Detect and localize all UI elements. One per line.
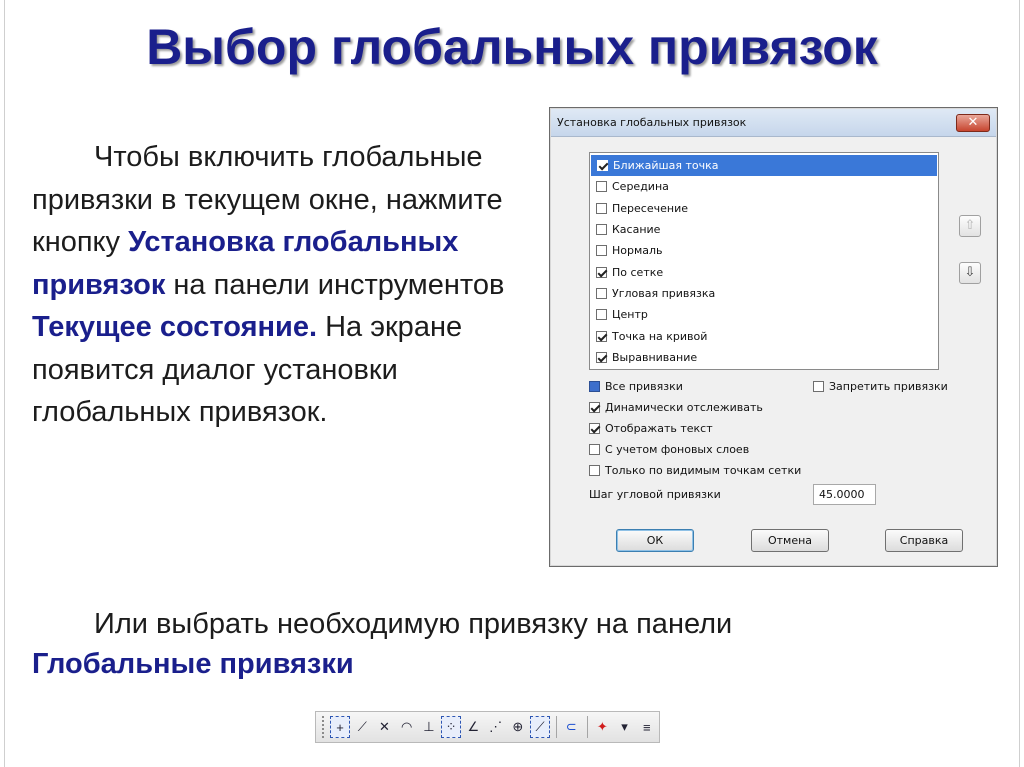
arrow-down-icon: ⇩ [964,265,976,280]
snap-midpoint-icon[interactable]: ⟋ [352,716,372,738]
snap-checkbox[interactable] [596,245,607,257]
all-snaps-label: Все привязки [605,379,683,393]
snap-item-intersection[interactable]: Пересечение [590,198,938,219]
snap-normal-icon[interactable]: ⊥ [419,716,439,738]
snap-label: Середина [612,180,669,194]
slide-title: Выбор глобальных привязок [146,19,878,75]
snap-checkbox[interactable] [597,160,608,172]
snap-point-on-curve-icon[interactable]: ⟋ [529,716,551,738]
alternative-paragraph: Или выбрать необходимую привязку на пане… [32,604,932,684]
snap-label: Касание [612,223,661,237]
snap-item-alignment[interactable]: Выравнивание [590,347,938,368]
snap-item-angular[interactable]: Угловая привязка [590,283,938,304]
show-text-label: Отображать текст [605,421,713,435]
snap-alignment-icon[interactable]: ⋰ [485,716,505,738]
snap-intersection-icon[interactable]: ✕ [374,716,394,738]
snap-item-point-on-curve[interactable]: Точка на кривой [590,325,938,346]
option-visible-grid-only[interactable]: Только по видимым точкам сетки [589,462,801,478]
snap-label: Пересечение [612,201,688,215]
snap-label: Выравнивание [612,350,698,364]
snap-checkbox[interactable] [596,351,607,363]
dialog-title: Установка глобальных привязок [557,116,747,129]
dynamic-track-label: Динамически отслеживать [605,400,763,414]
snap-label: Ближайшая точка [613,159,719,173]
visible-grid-only-checkbox[interactable] [589,464,600,476]
forbid-snaps-label: Запретить привязки [829,379,948,393]
slide-left-edge [4,0,5,767]
option-forbid-snaps[interactable]: Запретить привязки [813,378,948,394]
option-show-text[interactable]: Отображать текст [589,420,713,436]
option-all-snaps[interactable]: Все привязки [589,378,683,394]
move-up-button[interactable]: ⇧ [959,215,981,237]
dialog-titlebar[interactable]: Установка глобальных привязок ✕ [551,109,996,137]
close-button[interactable]: ✕ [956,114,990,132]
snap-checkbox[interactable] [596,330,607,342]
all-snaps-checkbox[interactable] [589,380,600,392]
snap-local-icon[interactable]: ✦ [592,716,612,738]
toolbar-grip[interactable] [322,716,326,738]
option-background-layers[interactable]: С учетом фоновых слоев [589,441,749,457]
snap-item-tangent[interactable]: Касание [590,219,938,240]
snap-checkbox[interactable] [596,202,607,214]
snap-checkbox[interactable] [596,181,607,193]
para2-highlight-toolbar-name: Глобальные привязки [32,648,354,680]
forbid-snaps-checkbox[interactable] [813,380,824,392]
toolbar-separator [587,716,589,738]
slide-right-edge [1019,0,1020,767]
snap-center-icon[interactable]: ⊕ [508,716,528,738]
snap-label: Центр [612,308,648,322]
snap-label: Угловая привязка [612,286,716,300]
visible-grid-only-label: Только по видимым точкам сетки [605,463,802,477]
chevron-down-icon[interactable]: ▾ [614,716,634,738]
snap-list[interactable]: Ближайшая точка Середина Пересечение Кас… [589,152,939,370]
snap-grid-icon[interactable]: ⁘ [441,716,462,738]
snap-angular-icon[interactable]: ∠ [463,716,483,738]
instruction-paragraph: Чтобы включить глобальные привязки в тек… [32,136,532,434]
magnet-icon[interactable]: ⊂ [561,716,581,738]
snap-item-nearest-point[interactable]: Ближайшая точка [591,155,937,177]
toolbar-options-icon[interactable]: ≡ [637,716,657,738]
cancel-button[interactable]: Отмена [751,529,829,552]
snap-item-grid[interactable]: По сетке [590,261,938,282]
snap-label: Точка на кривой [612,329,708,343]
snap-checkbox[interactable] [596,309,607,321]
move-down-button[interactable]: ⇩ [959,262,981,284]
para1-text-2: на панели инструментов [165,268,505,301]
para1-highlight-toolbar-name: Текущее состояние. [32,311,318,343]
background-layers-checkbox[interactable] [589,443,600,455]
ok-button[interactable]: ОК [616,529,694,552]
global-snaps-toolbar: + ⟋ ✕ ◠ ⊥ ⁘ ∠ ⋰ ⊕ ⟋ ⊂ ✦ ▾ ≡ [315,711,660,743]
snap-checkbox[interactable] [596,287,607,299]
option-dynamic-track[interactable]: Динамически отслеживать [589,399,763,415]
dynamic-track-checkbox[interactable] [589,401,600,413]
toolbar-separator [556,716,558,738]
snap-checkbox[interactable] [596,224,607,236]
help-button[interactable]: Справка [885,529,963,552]
background-layers-label: С учетом фоновых слоев [605,442,750,456]
snap-label: По сетке [612,265,664,279]
para2-text-1: Или выбрать необходимую привязку на пане… [94,608,733,640]
global-snaps-dialog: Установка глобальных привязок ✕ Ближайша… [549,107,998,567]
snap-checkbox[interactable] [596,266,607,278]
arrow-up-icon: ⇧ [964,218,976,233]
snap-item-normal[interactable]: Нормаль [590,240,938,261]
snap-nearest-point-icon[interactable]: + [329,716,351,738]
snap-tangent-icon[interactable]: ◠ [397,716,417,738]
angle-step-label: Шаг угловой привязки [589,488,721,501]
show-text-checkbox[interactable] [589,422,600,434]
angle-step-input[interactable]: 45.0000 [813,484,876,505]
snap-item-center[interactable]: Центр [590,304,938,325]
snap-item-midpoint[interactable]: Середина [590,176,938,197]
snap-label: Нормаль [612,244,663,258]
